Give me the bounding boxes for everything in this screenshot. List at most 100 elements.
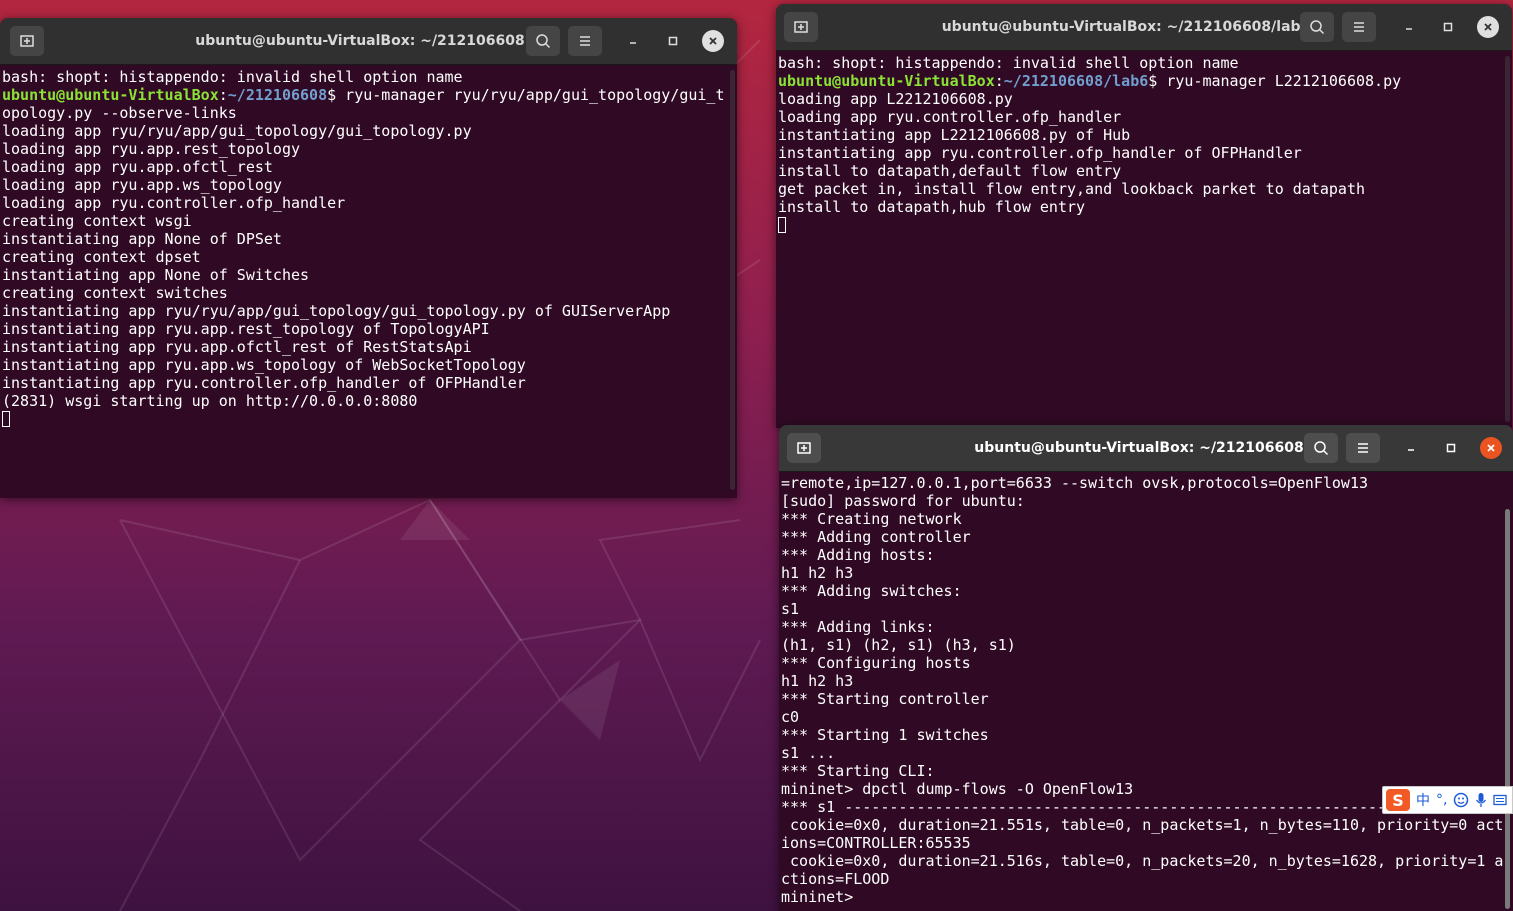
line-text: ions=CONTROLLER:65535 xyxy=(781,834,971,852)
new-tab-button[interactable] xyxy=(784,12,818,42)
menu-button[interactable] xyxy=(568,26,602,56)
line-text: loading app ryu.app.ws_topology xyxy=(2,176,282,194)
microphone-icon[interactable] xyxy=(1475,792,1487,808)
terminal-line: install to datapath,hub flow entry xyxy=(778,198,1512,216)
terminal-line: cookie=0x0, duration=21.551s, table=0, n… xyxy=(781,816,1513,834)
terminal-line: loading app ryu.app.ofctl_rest xyxy=(2,158,737,176)
maximize-button[interactable] xyxy=(1437,16,1459,38)
line-text: install to datapath,hub flow entry xyxy=(778,198,1086,216)
terminal-line: install to datapath,default flow entry xyxy=(778,162,1512,180)
line-text: (2831) wsgi starting up on http://0.0.0.… xyxy=(2,392,418,410)
terminal-line: loading app ryu.controller.ofp_handler xyxy=(778,108,1512,126)
line-text: bash: shopt: histappendo: invalid shell … xyxy=(2,68,463,86)
prompt-separator: : xyxy=(994,72,1004,90)
line-text: *** s1 ---------------------------------… xyxy=(781,798,1414,816)
terminal-line: *** Starting CLI: xyxy=(781,762,1513,780)
terminal-line: ctions=FLOOD xyxy=(781,870,1513,888)
line-text: creating context dpset xyxy=(2,248,201,266)
terminal-line: ions=CONTROLLER:65535 xyxy=(781,834,1513,852)
line-text: =remote,ip=127.0.0.1,port=6633 --switch … xyxy=(781,474,1368,492)
terminal-line: (h1, s1) (h2, s1) (h3, s1) xyxy=(781,636,1513,654)
close-button[interactable] xyxy=(702,30,724,52)
menu-button[interactable] xyxy=(1346,433,1380,463)
terminal-line: ubuntu@ubuntu-VirtualBox:~/212106608$ ry… xyxy=(2,86,737,104)
terminal-line: instantiating app ryu.app.rest_topology … xyxy=(2,320,737,338)
search-button[interactable] xyxy=(1304,433,1338,463)
terminal-line: cookie=0x0, duration=21.516s, table=0, n… xyxy=(781,852,1513,870)
line-text: instantiating app ryu.app.rest_topology … xyxy=(2,320,490,338)
line-text: get packet in, install flow entry,and lo… xyxy=(778,180,1365,198)
line-text: instantiating app ryu.app.ofctl_rest of … xyxy=(2,338,472,356)
ime-mode-label[interactable]: 中 xyxy=(1416,790,1430,810)
terminal-line: h1 h2 h3 xyxy=(781,672,1513,690)
search-button[interactable] xyxy=(526,26,560,56)
new-tab-icon xyxy=(797,442,811,454)
line-text: $ ryu-manager L2212106608.py xyxy=(1148,72,1402,90)
terminal-output-left[interactable]: bash: shopt: histappendo: invalid shell … xyxy=(0,68,737,498)
terminal-output-right-top[interactable]: bash: shopt: histappendo: invalid shell … xyxy=(776,54,1512,428)
scrollbar-right-top[interactable] xyxy=(1505,56,1510,422)
smiley-icon[interactable] xyxy=(1453,792,1469,808)
minimize-button[interactable] xyxy=(622,30,644,52)
line-text: *** Starting 1 switches xyxy=(781,726,989,744)
terminal-line: loading app L2212106608.py xyxy=(778,90,1512,108)
titlebar-left[interactable]: ubuntu@ubuntu-VirtualBox: ~/212106608 xyxy=(0,18,737,65)
minimize-icon xyxy=(1406,28,1412,30)
new-tab-icon xyxy=(20,35,34,47)
scrollbar-left[interactable] xyxy=(730,70,735,490)
prompt-path: ~/212106608 xyxy=(227,86,328,104)
line-text: loading app ryu.app.rest_topology xyxy=(2,140,301,158)
minimize-button[interactable] xyxy=(1400,437,1422,459)
terminal-line: bash: shopt: histappendo: invalid shell … xyxy=(2,68,737,86)
line-text: s1 xyxy=(781,600,800,618)
sogou-logo-icon[interactable]: S xyxy=(1386,789,1410,811)
new-tab-button[interactable] xyxy=(787,433,821,463)
line-text: install to datapath,default flow entry xyxy=(778,162,1122,180)
terminal-line: loading app ryu.app.rest_topology xyxy=(2,140,737,158)
terminal-line: c0 xyxy=(781,708,1513,726)
line-text: instantiating app ryu/ryu/app/gui_topolo… xyxy=(2,302,671,320)
menu-button[interactable] xyxy=(1342,12,1376,42)
close-button[interactable] xyxy=(1477,16,1499,38)
ime-toolbar[interactable]: S 中 °, xyxy=(1382,786,1513,814)
terminal-window-left[interactable]: ubuntu@ubuntu-VirtualBox: ~/212106608 ba… xyxy=(0,18,737,498)
new-tab-button[interactable] xyxy=(10,26,44,56)
terminal-output-right-bottom[interactable]: =remote,ip=127.0.0.1,port=6633 --switch … xyxy=(779,474,1513,911)
terminal-window-right-top[interactable]: ubuntu@ubuntu-VirtualBox: ~/212106608/la… xyxy=(776,4,1512,428)
line-text: cookie=0x0, duration=21.551s, table=0, n… xyxy=(781,816,1504,834)
line-text: cookie=0x0, duration=21.516s, table=0, n… xyxy=(781,852,1504,870)
maximize-button[interactable] xyxy=(662,30,684,52)
hamburger-menu-icon xyxy=(580,36,590,46)
terminal-line: instantiating app ryu/ryu/app/gui_topolo… xyxy=(2,302,737,320)
line-text: loading app L2212106608.py xyxy=(778,90,1013,108)
ime-punctuation-label[interactable]: °, xyxy=(1436,792,1447,808)
search-icon xyxy=(536,34,551,49)
maximize-button[interactable] xyxy=(1440,437,1462,459)
minimize-button[interactable] xyxy=(1398,16,1420,38)
text-cursor xyxy=(778,217,786,233)
terminal-line: *** Adding controller xyxy=(781,528,1513,546)
close-button[interactable] xyxy=(1480,437,1502,459)
scrollbar-right-bottom[interactable] xyxy=(1505,509,1510,909)
line-text: instantiating app None of DPSet xyxy=(2,230,282,248)
titlebar-right-bottom[interactable]: ubuntu@ubuntu-VirtualBox: ~/212106608 xyxy=(779,425,1513,472)
window-title: ubuntu@ubuntu-VirtualBox: ~/212106608/la… xyxy=(941,19,1311,35)
hamburger-menu-icon xyxy=(1358,443,1368,453)
close-icon xyxy=(1487,444,1495,452)
maximize-icon xyxy=(668,36,678,46)
search-button[interactable] xyxy=(1300,12,1334,42)
keyboard-icon[interactable] xyxy=(1493,793,1508,807)
terminal-line: loading app ryu.app.ws_topology xyxy=(2,176,737,194)
maximize-icon xyxy=(1446,443,1456,453)
terminal-line: s1 ... xyxy=(781,744,1513,762)
terminal-line: *** Starting controller xyxy=(781,690,1513,708)
terminal-line: creating context dpset xyxy=(2,248,737,266)
terminal-window-right-bottom[interactable]: ubuntu@ubuntu-VirtualBox: ~/212106608 =r… xyxy=(779,425,1513,911)
terminal-line: *** Creating network xyxy=(781,510,1513,528)
prompt-separator: : xyxy=(218,86,228,104)
line-text: *** Creating network xyxy=(781,510,962,528)
line-text: loading app ryu.controller.ofp_handler xyxy=(2,194,346,212)
titlebar-right-top[interactable]: ubuntu@ubuntu-VirtualBox: ~/212106608/la… xyxy=(776,4,1512,51)
line-text: $ ryu-manager ryu/ryu/app/gui_topology/g… xyxy=(327,86,725,104)
terminal-line: instantiating app ryu.app.ws_topology of… xyxy=(2,356,737,374)
